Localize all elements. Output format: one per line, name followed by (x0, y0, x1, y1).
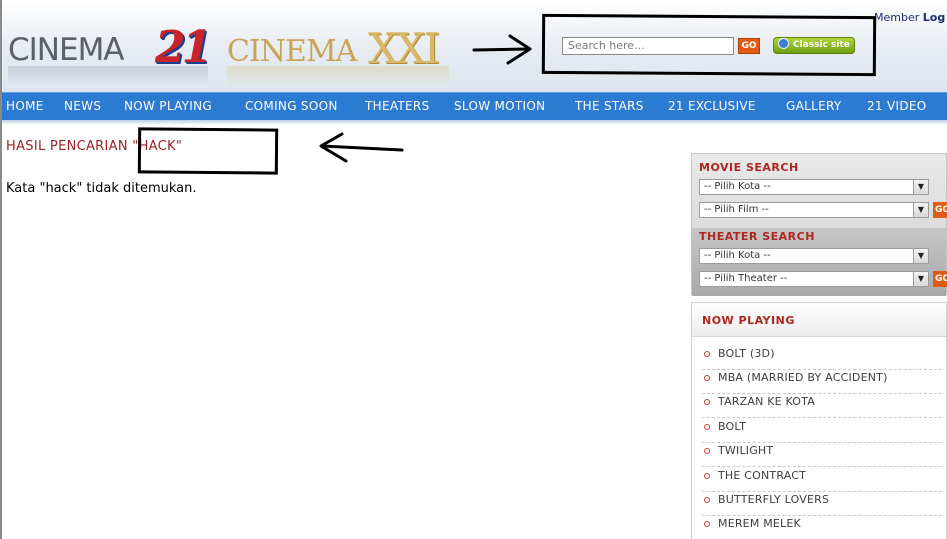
chevron-down-icon: ▼ (913, 180, 928, 194)
logo-reflection (8, 66, 208, 86)
nav-the-stars[interactable]: THE STARS (575, 99, 644, 113)
chevron-down-icon: ▼ (913, 249, 928, 263)
annotation-arrow-right (472, 34, 532, 65)
movie-title[interactable]: TWILIGHT (718, 444, 773, 457)
list-item[interactable]: TWILIGHT (702, 443, 942, 467)
nav-coming-soon[interactable]: COMING SOON (245, 99, 338, 113)
movie-title[interactable]: MEREM MELEK (718, 517, 801, 530)
movie-city-select[interactable]: -- Pilih Kota -- ▼ (699, 179, 929, 195)
bullet-icon (704, 351, 710, 357)
movie-title[interactable]: BUTTERFLY LOVERS (718, 493, 829, 506)
theater-theater-value: -- Pilih Theater -- (704, 273, 788, 284)
bullet-icon (704, 473, 710, 479)
now-playing-header: NOW PLAYING (692, 303, 946, 337)
login-link[interactable]: Log (923, 11, 945, 24)
bullet-icon (704, 448, 710, 454)
movie-title[interactable]: MBA (MARRIED BY ACCIDENT) (718, 371, 888, 384)
theater-theater-select[interactable]: -- Pilih Theater -- ▼ (699, 271, 929, 287)
now-playing-title: NOW PLAYING (702, 314, 795, 327)
annotation-box-query (137, 127, 279, 175)
annotation-box-search (541, 13, 877, 77)
search-result-message: Kata "hack" tidak ditemukan. (6, 181, 197, 196)
list-item[interactable]: BOLT (702, 419, 942, 443)
nav-home[interactable]: HOME (6, 99, 44, 113)
nav-news[interactable]: NEWS (64, 99, 101, 113)
list-item[interactable]: TARZAN KE KOTA (702, 394, 942, 418)
bullet-icon (704, 521, 710, 527)
main-nav: HOME NEWS NOW PLAYING COMING SOON THEATE… (2, 92, 947, 120)
chevron-down-icon: ▼ (913, 203, 928, 217)
list-item[interactable]: MBA (MARRIED BY ACCIDENT) (702, 370, 942, 394)
theater-city-value: -- Pilih Kota -- (704, 250, 771, 261)
movie-title[interactable]: BOLT (3D) (718, 347, 775, 360)
bullet-icon (704, 375, 710, 381)
theater-search-label: THEATER SEARCH (699, 230, 815, 243)
movie-search-go-button[interactable]: GO (933, 202, 947, 218)
movie-title[interactable]: BOLT (718, 420, 746, 433)
member-label: Member (874, 11, 920, 24)
nav-gallery[interactable]: GALLERY (786, 99, 841, 113)
bullet-icon (704, 424, 710, 430)
now-playing-panel: NOW PLAYING BOLT (3D) MBA (MARRIED BY AC… (691, 302, 947, 539)
list-item[interactable]: BOLT (3D) (702, 346, 942, 370)
annotation-arrow-left (319, 132, 404, 163)
cinemaxxi-logo-word: CINEMA (227, 34, 357, 69)
nav-shadow (2, 120, 947, 125)
nav-21-exclusive[interactable]: 21 EXCLUSIVE (668, 99, 756, 113)
bullet-icon (704, 399, 710, 405)
nav-theaters[interactable]: THEATERS (365, 99, 429, 113)
nav-now-playing[interactable]: NOW PLAYING (124, 99, 212, 113)
movie-film-value: -- Pilih Film -- (704, 204, 769, 215)
theater-search-go-button[interactable]: GO (933, 271, 947, 287)
theater-city-select[interactable]: -- Pilih Kota -- ▼ (699, 248, 929, 264)
movie-city-value: -- Pilih Kota -- (704, 181, 771, 192)
nav-21-video[interactable]: 21 VIDEO (867, 99, 927, 113)
movie-title[interactable]: THE CONTRACT (718, 469, 806, 482)
movie-film-select[interactable]: -- Pilih Film -- ▼ (699, 202, 929, 218)
bullet-icon (704, 497, 710, 503)
movie-search-label: MOVIE SEARCH (699, 161, 799, 174)
logo-reflection (227, 66, 449, 86)
list-item[interactable]: BUTTERFLY LOVERS (702, 492, 942, 516)
sidebar-search-panel: MOVIE SEARCH -- Pilih Kota -- ▼ -- Pilih… (691, 153, 947, 296)
nav-slow-motion[interactable]: SLOW MOTION (454, 99, 545, 113)
member-login[interactable]: Member Log (874, 11, 945, 24)
list-item[interactable]: MEREM MELEK (702, 516, 942, 539)
list-item[interactable]: THE CONTRACT (702, 468, 942, 492)
chevron-down-icon: ▼ (913, 272, 928, 286)
cinema21-logo-word: CINEMA (8, 32, 125, 68)
movie-title[interactable]: TARZAN KE KOTA (718, 395, 815, 408)
